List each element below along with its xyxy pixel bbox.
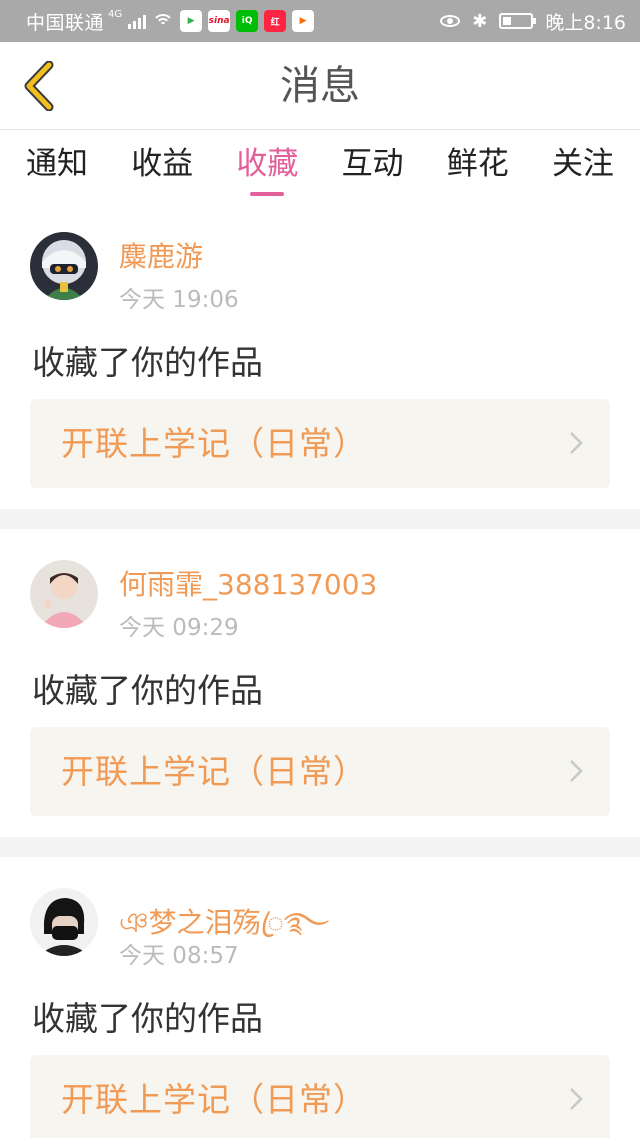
sina-icon: sina: [208, 10, 231, 32]
page-title: 消息: [280, 63, 360, 109]
video-app-icon: ▶: [180, 10, 203, 32]
work-link[interactable]: 开联上学记（日常）: [30, 727, 610, 816]
avatar[interactable]: [30, 560, 98, 628]
work-title: 开联上学记（日常）: [61, 752, 367, 791]
eye-comfort-icon: [440, 15, 461, 27]
action-text: 收藏了你的作品: [32, 343, 263, 382]
bluetooth-icon: ✱: [472, 10, 488, 32]
chevron-right-icon: [570, 1088, 583, 1110]
tab-following[interactable]: 关注: [552, 131, 614, 201]
chevron-right-icon: [570, 760, 583, 782]
avatar[interactable]: [30, 888, 98, 956]
username[interactable]: 何雨霏_388137003: [119, 563, 377, 603]
carrier-label: 中国联通: [26, 11, 105, 34]
divider: [0, 837, 640, 857]
nav-bar: 消息: [0, 42, 640, 130]
battery-icon: [499, 13, 537, 29]
work-title: 开联上学记（日常）: [61, 424, 367, 463]
timestamp: 今天 19:06: [119, 287, 239, 313]
username[interactable]: 麋鹿游: [119, 235, 203, 275]
tab-flowers[interactable]: 鲜花: [447, 131, 509, 201]
work-title: 开联上学记（日常）: [61, 1080, 367, 1119]
tab-bar: 通知 收益 收藏 互动 鲜花 关注: [0, 131, 640, 201]
xiaohongshu-icon: 红: [264, 10, 287, 32]
work-link[interactable]: 开联上学记（日常）: [30, 1055, 610, 1138]
back-button[interactable]: [18, 60, 62, 112]
divider: [0, 509, 640, 529]
tencent-video-icon: ▶: [292, 10, 315, 32]
message-card: ঞ梦之泪殇ꦿ࿐ 今天 08:57 收藏了你的作品 开联上学记（日常）: [0, 857, 640, 1138]
message-card: 麋鹿游 今天 19:06 收藏了你的作品 开联上学记（日常）: [0, 201, 640, 509]
wifi-icon: [152, 13, 175, 29]
message-card: 何雨霏_388137003 今天 09:29 收藏了你的作品 开联上学记（日常）: [0, 529, 640, 837]
status-bar: 中国联通 4G ▶ sina iQ 红 ▶ ✱ 晚上8:16: [0, 0, 640, 42]
timestamp: 今天 09:29: [119, 615, 239, 641]
chevron-left-icon: [24, 61, 54, 111]
work-link[interactable]: 开联上学记（日常）: [30, 399, 610, 488]
tab-favorites[interactable]: 收藏: [236, 131, 298, 201]
message-list: 麋鹿游 今天 19:06 收藏了你的作品 开联上学记（日常） 何雨霏_38813…: [0, 201, 640, 1138]
iqiyi-icon: iQ: [236, 10, 259, 32]
network-type-label: 4G: [108, 8, 123, 20]
action-text: 收藏了你的作品: [32, 671, 263, 710]
avatar[interactable]: [30, 232, 98, 300]
tab-earnings[interactable]: 收益: [131, 131, 193, 201]
tab-interactions[interactable]: 互动: [342, 131, 404, 201]
action-text: 收藏了你的作品: [32, 999, 263, 1038]
clock: 晚上8:16: [545, 11, 626, 34]
timestamp: 今天 08:57: [119, 943, 239, 969]
signal-icon: [128, 13, 147, 29]
chevron-right-icon: [570, 432, 583, 454]
tab-notifications[interactable]: 通知: [26, 131, 88, 201]
